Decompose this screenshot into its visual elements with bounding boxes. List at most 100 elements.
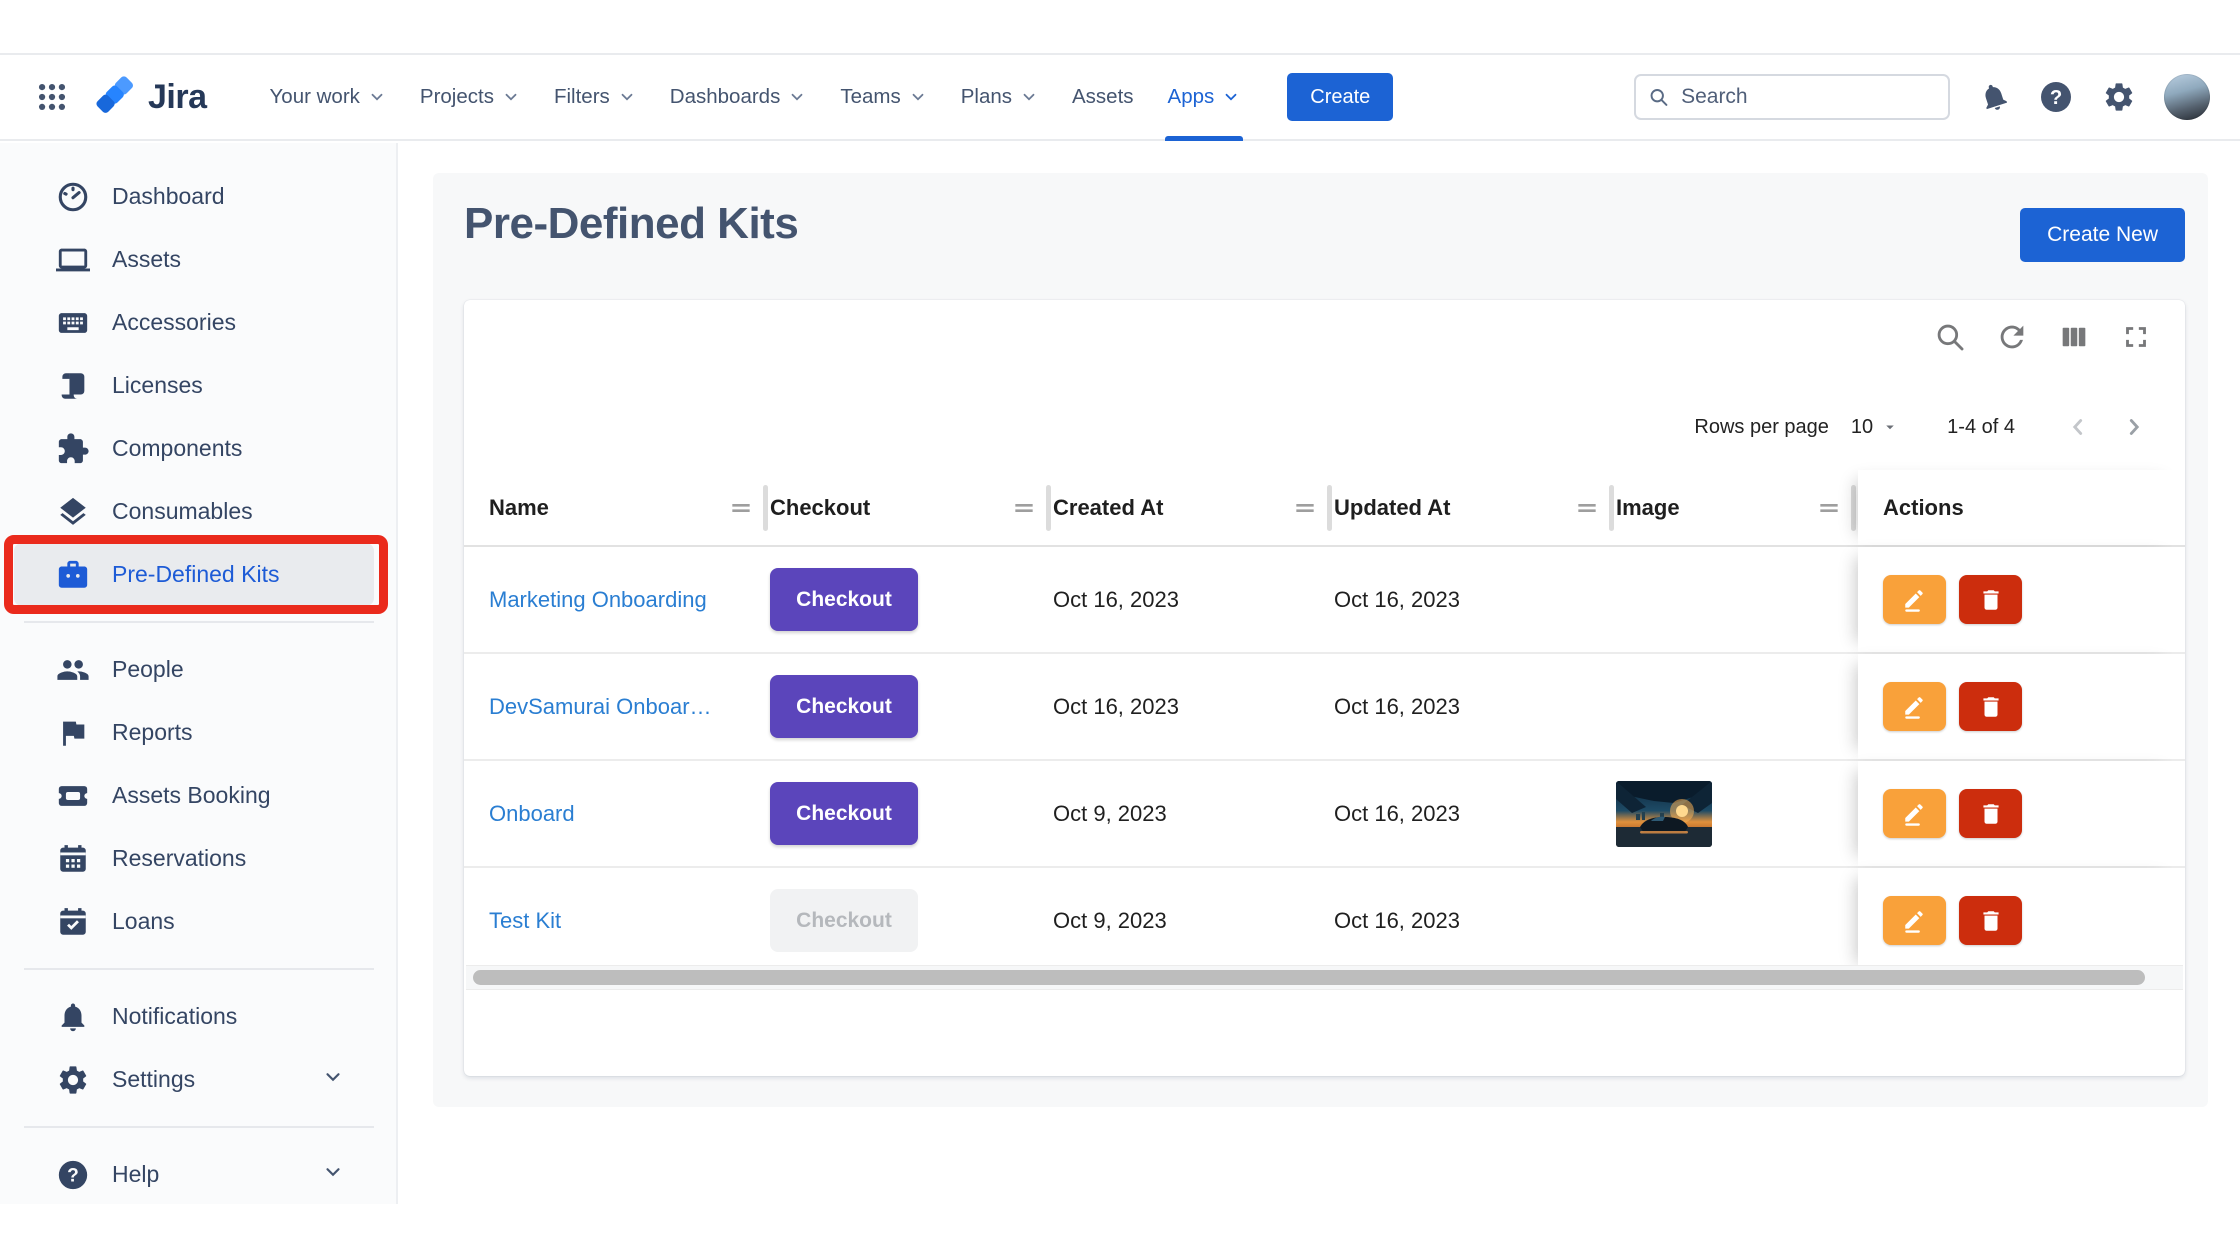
primary-nav: Your work Projects Filters Dashboards Te… [253,53,1258,141]
created-at-value: Oct 9, 2023 [1053,801,1167,827]
trash-icon [1978,587,2004,613]
nav-item-teams[interactable]: Teams [823,53,943,141]
user-avatar[interactable] [2164,74,2210,120]
global-search[interactable] [1634,74,1950,120]
gear-icon [56,1063,90,1097]
nav-item-filters[interactable]: Filters [537,53,653,141]
table-columns-button[interactable] [2057,320,2091,354]
sidebar-item-settings[interactable]: Settings [0,1048,396,1111]
column-header-actions: Actions [1858,470,2185,545]
pencil-icon [1902,801,1928,827]
chevron-down-icon [322,1066,344,1094]
kits-table-card: Rows per page 10 1-4 of 4 Name Check [464,300,2185,1076]
sidebar-item-licenses[interactable]: Licenses [0,354,396,417]
app-switcher-icon[interactable] [30,75,74,119]
notifications-button[interactable] [1978,81,2010,113]
search-input[interactable] [1679,84,1936,110]
jira-logo[interactable]: Jira [94,75,207,119]
column-drag-handle-icon[interactable] [1011,495,1037,521]
fullscreen-icon [2119,320,2153,354]
edit-button[interactable] [1883,575,1946,624]
sidebar-item-people[interactable]: People [0,638,396,701]
create-button[interactable]: Create [1287,73,1393,121]
edit-button[interactable] [1883,896,1946,945]
sidebar-item-consumables[interactable]: Consumables [0,480,396,543]
jira-mark-icon [94,75,138,119]
nav-item-dashboards[interactable]: Dashboards [653,53,824,141]
checkout-button[interactable]: Checkout [770,675,918,738]
help-button[interactable]: ? [2038,79,2074,115]
sidebar-item-assets-booking[interactable]: Assets Booking [0,764,396,827]
kit-name-link[interactable]: Marketing Onboarding [489,587,707,613]
next-page-button[interactable] [2115,408,2153,446]
nav-item-apps[interactable]: Apps [1151,53,1258,141]
chevron-down-icon [368,88,386,106]
bell-icon [56,1000,90,1034]
image-cell [1616,547,1858,652]
edit-button[interactable] [1883,682,1946,731]
sidebar-divider [24,968,374,970]
table-fullscreen-button[interactable] [2119,320,2153,354]
kit-name-link[interactable]: Test Kit [489,908,561,934]
grid-icon [35,80,69,114]
delete-button[interactable] [1959,575,2022,624]
ticket-icon [56,779,90,813]
chevron-left-icon [2065,414,2091,440]
column-header-image[interactable]: Image [1616,470,1858,545]
previous-page-button[interactable] [2059,408,2097,446]
table-search-button[interactable] [1933,320,1967,354]
pencil-icon [1902,694,1928,720]
laptop-icon [56,243,90,277]
column-header-updated-at[interactable]: Updated At [1334,470,1616,545]
sidebar-item-components[interactable]: Components [0,417,396,480]
create-new-button[interactable]: Create New [2020,208,2185,262]
dashboard-icon [56,180,90,214]
checkout-button[interactable]: Checkout [770,782,918,845]
nav-item-your-work[interactable]: Your work [253,53,403,141]
nav-item-projects[interactable]: Projects [403,53,537,141]
sidebar-item-loans[interactable]: Loans [0,890,396,953]
column-drag-handle-icon[interactable] [1816,495,1842,521]
scrollbar-thumb[interactable] [473,970,2145,985]
image-cell [1616,868,1858,973]
sidebar-item-accessories[interactable]: Accessories [0,291,396,354]
sidebar-item-reports[interactable]: Reports [0,701,396,764]
kit-name-link[interactable]: DevSamurai Onboar… [489,694,712,720]
chevron-right-icon [2121,414,2147,440]
columns-icon [2057,320,2091,354]
chevron-down-icon [1020,88,1038,106]
column-header-name[interactable]: Name [464,470,770,545]
nav-item-plans[interactable]: Plans [944,53,1055,141]
page-title: Pre-Defined Kits [464,199,798,249]
delete-button[interactable] [1959,682,2022,731]
edit-button[interactable] [1883,789,1946,838]
kit-name-link[interactable]: Onboard [489,801,575,827]
column-drag-handle-icon[interactable] [1574,495,1600,521]
top-navigation-bar: Jira Your work Projects Filters Dashboar… [0,53,2240,141]
sidebar-item-dashboard[interactable]: Dashboard [0,165,396,228]
sidebar-item-help[interactable]: ? Help [0,1143,396,1206]
sidebar-item-notifications[interactable]: Notifications [0,985,396,1048]
column-drag-handle-icon[interactable] [1292,495,1318,521]
column-drag-handle-icon[interactable] [728,495,754,521]
nav-item-assets[interactable]: Assets [1055,53,1151,141]
sidebar-divider [24,1126,374,1128]
table-row: DevSamurai Onboar… Checkout Oct 16, 2023… [464,652,2185,759]
checkout-button[interactable]: Checkout [770,889,918,952]
rows-per-page-select[interactable]: 10 [1851,416,1899,439]
column-header-checkout[interactable]: Checkout [770,470,1053,545]
sidebar-item-reservations[interactable]: Reservations [0,827,396,890]
puzzle-icon [56,432,90,466]
delete-button[interactable] [1959,896,2022,945]
table-refresh-button[interactable] [1995,320,2029,354]
kit-image[interactable] [1616,781,1712,847]
layers-icon [56,495,90,529]
sidebar-item-pre-defined-kits[interactable]: Pre-Defined Kits [14,543,374,606]
delete-button[interactable] [1959,789,2022,838]
settings-button[interactable] [2102,80,2136,114]
sidebar-item-assets[interactable]: Assets [0,228,396,291]
search-icon [1933,320,1967,354]
checkout-button[interactable]: Checkout [770,568,918,631]
column-header-created-at[interactable]: Created At [1053,470,1334,545]
pagination-range: 1-4 of 4 [1947,416,2015,439]
